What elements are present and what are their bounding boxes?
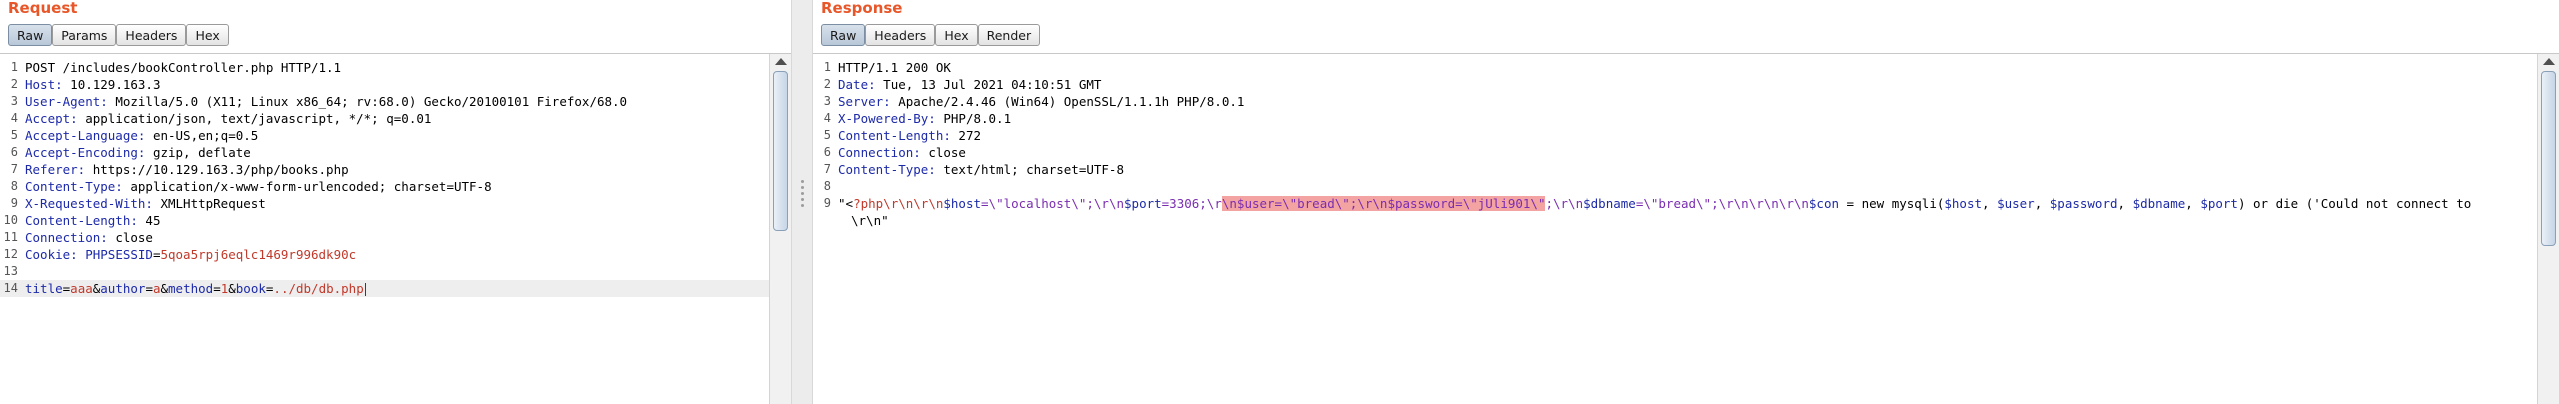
response-body-line: 9 "<?php\r\n\r\n$host=\"localhost\";\r\n$… [823, 196, 2472, 211]
scroll-thumb[interactable] [773, 71, 788, 231]
request-line: 1 POST /includes/bookController.php HTTP/… [10, 60, 342, 75]
request-code[interactable]: 1 POST /includes/bookController.php HTTP/… [0, 59, 769, 297]
text-caret [364, 283, 366, 296]
response-tabs: Raw Headers Hex Render [821, 24, 1041, 50]
tab-raw[interactable]: Raw [821, 24, 866, 46]
response-line: 3 Server: Apache/2.4.46 (Win64) OpenSSL/1… [823, 94, 1245, 109]
response-line: 5 Content-Length: 272 [823, 128, 981, 143]
tab-hex[interactable]: Hex [935, 24, 978, 46]
request-line-body: 14 title=aaa&author=a&method=1&book=../db… [0, 280, 769, 297]
request-line: 3 User-Agent: Mozilla/5.0 (X11; Linux x86… [10, 94, 628, 109]
credentials-highlight: \n$user=\"bread\";\r\n$password=\"jUli90… [1221, 196, 1546, 211]
response-line: 1 HTTP/1.1 200 OK [823, 60, 951, 75]
tab-render[interactable]: Render [977, 24, 1041, 46]
response-body-wrap: \r\n" [851, 213, 889, 228]
response-code[interactable]: 1 HTTP/1.1 200 OK 2 Date: Tue, 13 Jul 2021… [813, 59, 2537, 229]
request-scrollbar[interactable] [769, 54, 791, 404]
request-line: 6 Accept-Encoding: gzip, deflate [10, 145, 251, 160]
response-scrollbar[interactable] [2537, 54, 2559, 404]
scroll-up-icon[interactable] [775, 58, 787, 65]
request-line: 11 Connection: close [3, 230, 153, 245]
request-title: Request [8, 0, 78, 17]
request-line: 4 Accept: application/json, text/javascri… [10, 111, 432, 126]
request-line: 10 Content-Length: 45 [3, 213, 161, 228]
request-line: 12 Cookie: PHPSESSID=5qoa5rpj6eqlc1469r99… [3, 247, 357, 262]
response-line: 6 Connection: close [823, 145, 966, 160]
tab-params[interactable]: Params [52, 24, 117, 46]
request-line: 9 X-Requested-With: XMLHttpRequest [10, 196, 266, 211]
request-line: 5 Accept-Language: en-US,en;q=0.5 [10, 128, 259, 143]
response-line: 7 Content-Type: text/html; charset=UTF-8 [823, 162, 1124, 177]
request-line: 7 Referer: https://10.129.163.3/php/books… [10, 162, 349, 177]
response-pane: Response Raw Headers Hex Render 1 HTTP/1.1 2… [813, 0, 2559, 404]
tab-headers[interactable]: Headers [865, 24, 936, 46]
response-line: 8 [823, 179, 831, 193]
request-editor[interactable]: 1 POST /includes/bookController.php HTTP/… [0, 53, 791, 404]
request-line: 2 Host: 10.129.163.3 [10, 77, 161, 92]
tab-raw[interactable]: Raw [8, 24, 53, 46]
pane-splitter[interactable] [791, 0, 813, 404]
response-line: 2 Date: Tue, 13 Jul 2021 04:10:51 GMT [823, 77, 1102, 92]
request-pane: Request Raw Params Headers Hex 1 POST /inclu… [0, 0, 791, 404]
response-title: Response [821, 0, 903, 17]
scroll-thumb[interactable] [2541, 71, 2556, 246]
request-line: 13 [3, 264, 18, 278]
request-tabs: Raw Params Headers Hex [8, 24, 229, 50]
tab-headers[interactable]: Headers [116, 24, 187, 46]
response-line: 4 X-Powered-By: PHP/8.0.1 [823, 111, 1012, 126]
scroll-up-icon[interactable] [2543, 58, 2555, 65]
tab-hex[interactable]: Hex [186, 24, 229, 46]
request-line: 8 Content-Type: application/x-www-form-ur… [10, 179, 492, 194]
response-editor[interactable]: 1 HTTP/1.1 200 OK 2 Date: Tue, 13 Jul 2021… [813, 53, 2559, 404]
